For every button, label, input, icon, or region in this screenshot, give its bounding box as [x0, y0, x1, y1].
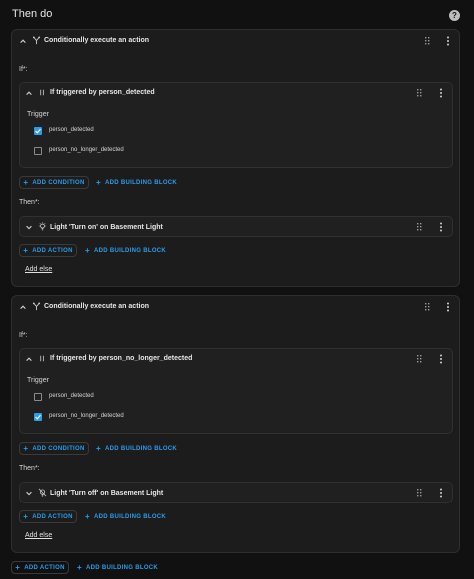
if-label: If*: [19, 66, 28, 73]
checkbox-person-detected[interactable] [34, 127, 42, 135]
add-else-link[interactable]: Add else [25, 532, 52, 539]
drag-handle-icon[interactable] [417, 489, 423, 497]
more-options-icon[interactable] [439, 88, 443, 98]
help-icon[interactable]: ? [449, 10, 460, 21]
chevron-down-icon[interactable] [24, 488, 34, 498]
drag-handle-icon[interactable] [417, 355, 423, 363]
chevron-up-icon[interactable] [24, 354, 34, 364]
more-options-icon[interactable] [439, 222, 443, 232]
chevron-up-icon[interactable] [18, 302, 28, 312]
drag-handle-icon[interactable] [425, 37, 431, 45]
drag-handle-icon[interactable] [417, 89, 423, 97]
action-title: Light 'Turn on' on Basement Light [50, 224, 163, 231]
action-card[interactable]: Light 'Turn on' on Basement Light [19, 216, 453, 237]
if-label: If*: [19, 332, 28, 339]
lightbulb-on-icon [38, 222, 47, 231]
checkbox-person-no-longer-detected[interactable] [34, 147, 42, 155]
more-options-icon[interactable] [439, 354, 443, 364]
chevron-down-icon[interactable] [24, 222, 34, 232]
chevron-up-icon[interactable] [24, 88, 34, 98]
add-building-block-button[interactable]: + ADD BUILDING BLOCK [96, 442, 177, 455]
checkbox-person-no-longer-detected[interactable] [34, 413, 42, 421]
trigger-condition-icon [38, 88, 47, 97]
add-else-link[interactable]: Add else [25, 266, 52, 273]
choose-branch-icon [32, 36, 41, 45]
choose-branch-icon [32, 302, 41, 311]
add-building-block-button[interactable]: + ADD BUILDING BLOCK [85, 510, 166, 523]
action-title: Light 'Turn off' on Basement Light [50, 490, 164, 497]
option-label: person_no_longer_detected [49, 413, 124, 419]
option-label: person_detected [49, 127, 94, 133]
more-options-icon[interactable] [446, 36, 450, 46]
condition-title: If triggered by person_detected [50, 89, 155, 96]
block-title: Conditionally execute an action [44, 303, 150, 310]
trigger-condition-icon [38, 354, 47, 363]
add-action-button[interactable]: + ADD ACTION [19, 244, 77, 257]
condition-card: If triggered by person_detected Trigger … [19, 82, 453, 168]
block-title: Conditionally execute an action [44, 37, 150, 44]
add-condition-button[interactable]: + ADD CONDITION [19, 176, 89, 189]
add-building-block-button[interactable]: + ADD BUILDING BLOCK [96, 176, 177, 189]
more-options-icon[interactable] [446, 302, 450, 312]
drag-handle-icon[interactable] [425, 303, 431, 311]
trigger-label: Trigger [27, 111, 49, 118]
drag-handle-icon[interactable] [417, 223, 423, 231]
option-label: person_detected [49, 393, 94, 399]
condition-title: If triggered by person_no_longer_detecte… [50, 355, 193, 362]
more-options-icon[interactable] [439, 488, 443, 498]
then-label: Then*: [19, 465, 40, 472]
add-action-button[interactable]: + ADD ACTION [19, 510, 77, 523]
action-card[interactable]: Light 'Turn off' on Basement Light [19, 482, 453, 503]
option-label: person_no_longer_detected [49, 147, 124, 153]
add-condition-button[interactable]: + ADD CONDITION [19, 442, 89, 455]
lightbulb-off-icon [38, 488, 47, 497]
add-building-block-button[interactable]: + ADD BUILDING BLOCK [85, 244, 166, 257]
page-title: Then do [12, 8, 53, 20]
add-building-block-button[interactable]: + ADD BUILDING BLOCK [77, 561, 158, 574]
chevron-up-icon[interactable] [18, 36, 28, 46]
condition-card: If triggered by person_no_longer_detecte… [19, 348, 453, 434]
choose-action-card-2: Conditionally execute an action If*: If … [11, 295, 460, 553]
trigger-label: Trigger [27, 377, 49, 384]
choose-action-card-1: Conditionally execute an action If*: If … [11, 29, 460, 287]
then-label: Then*: [19, 199, 40, 206]
checkbox-person-detected[interactable] [34, 393, 42, 401]
add-action-button[interactable]: + ADD ACTION [11, 561, 69, 574]
